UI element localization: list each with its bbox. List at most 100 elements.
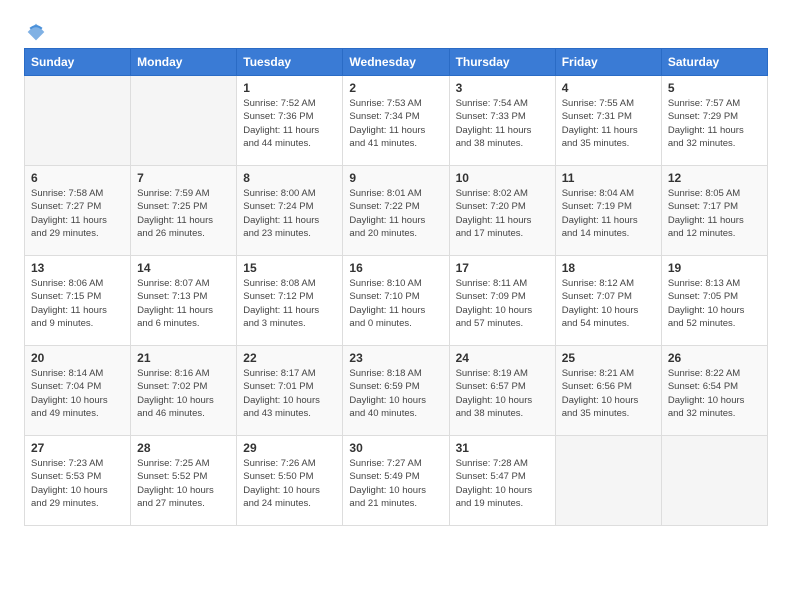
calendar-header-row: SundayMondayTuesdayWednesdayThursdayFrid… [25,49,768,76]
day-cell: 31 Sunrise: 7:28 AM Sunset: 5:47 PM Dayli… [449,436,555,526]
day-info: Sunrise: 7:28 AM Sunset: 5:47 PM Dayligh… [456,457,549,510]
day-number: 2 [349,81,442,95]
day-cell: 28 Sunrise: 7:25 AM Sunset: 5:52 PM Dayli… [131,436,237,526]
day-info: Sunrise: 8:17 AM Sunset: 7:01 PM Dayligh… [243,367,336,420]
day-info: Sunrise: 7:55 AM Sunset: 7:31 PM Dayligh… [562,97,655,150]
day-header-thursday: Thursday [449,49,555,76]
day-header-saturday: Saturday [661,49,767,76]
day-cell: 15 Sunrise: 8:08 AM Sunset: 7:12 PM Dayli… [237,256,343,346]
day-info: Sunrise: 8:13 AM Sunset: 7:05 PM Dayligh… [668,277,761,330]
day-info: Sunrise: 7:59 AM Sunset: 7:25 PM Dayligh… [137,187,230,240]
day-cell: 16Sunrise: 8:10 AM Sunset: 7:10 PM Dayli… [343,256,449,346]
day-cell [131,76,237,166]
day-number: 26 [668,351,761,365]
day-number: 11 [562,171,655,185]
day-info: Sunrise: 8:02 AM Sunset: 7:20 PM Dayligh… [456,187,549,240]
day-number: 9 [349,171,442,185]
day-number: 31 [456,441,549,455]
day-header-tuesday: Tuesday [237,49,343,76]
day-info: Sunrise: 7:58 AM Sunset: 7:27 PM Dayligh… [31,187,124,240]
day-info: Sunrise: 8:05 AM Sunset: 7:17 PM Dayligh… [668,187,761,240]
calendar-table: SundayMondayTuesdayWednesdayThursdayFrid… [24,48,768,526]
day-info: Sunrise: 8:00 AM Sunset: 7:24 PM Dayligh… [243,187,336,240]
day-info: Sunrise: 8:21 AM Sunset: 6:56 PM Dayligh… [562,367,655,420]
day-number: 22 [243,351,336,365]
day-info: Sunrise: 8:14 AM Sunset: 7:04 PM Dayligh… [31,367,124,420]
day-number: 14 [137,261,230,275]
week-row-5: 27 Sunrise: 7:23 AM Sunset: 5:53 PM Dayli… [25,436,768,526]
day-number: 12 [668,171,761,185]
day-info: Sunrise: 7:57 AM Sunset: 7:29 PM Dayligh… [668,97,761,150]
day-info: Sunrise: 8:06 AM Sunset: 7:15 PM Dayligh… [31,277,124,330]
week-row-3: 13Sunrise: 8:06 AM Sunset: 7:15 PM Dayli… [25,256,768,346]
day-cell: 3 Sunrise: 7:54 AM Sunset: 7:33 PM Daylig… [449,76,555,166]
day-number: 10 [456,171,549,185]
day-info: Sunrise: 7:26 AM Sunset: 5:50 PM Dayligh… [243,457,336,510]
day-number: 6 [31,171,124,185]
day-info: Sunrise: 8:07 AM Sunset: 7:13 PM Dayligh… [137,277,230,330]
day-number: 21 [137,351,230,365]
day-number: 5 [668,81,761,95]
day-info: Sunrise: 8:08 AM Sunset: 7:12 PM Dayligh… [243,277,336,330]
day-info: Sunrise: 8:12 AM Sunset: 7:07 PM Dayligh… [562,277,655,330]
day-number: 17 [456,261,549,275]
day-cell [25,76,131,166]
day-cell: 10 Sunrise: 8:02 AM Sunset: 7:20 PM Dayli… [449,166,555,256]
day-info: Sunrise: 7:54 AM Sunset: 7:33 PM Dayligh… [456,97,549,150]
day-number: 27 [31,441,124,455]
week-row-4: 20 Sunrise: 8:14 AM Sunset: 7:04 PM Dayli… [25,346,768,436]
day-number: 24 [456,351,549,365]
day-number: 4 [562,81,655,95]
day-cell: 23Sunrise: 8:18 AM Sunset: 6:59 PM Dayli… [343,346,449,436]
day-info: Sunrise: 8:16 AM Sunset: 7:02 PM Dayligh… [137,367,230,420]
day-number: 8 [243,171,336,185]
day-number: 28 [137,441,230,455]
day-cell: 17Sunrise: 8:11 AM Sunset: 7:09 PM Dayli… [449,256,555,346]
day-cell: 9 Sunrise: 8:01 AM Sunset: 7:22 PM Daylig… [343,166,449,256]
day-cell: 2 Sunrise: 7:53 AM Sunset: 7:34 PM Daylig… [343,76,449,166]
day-info: Sunrise: 8:22 AM Sunset: 6:54 PM Dayligh… [668,367,761,420]
day-info: Sunrise: 8:04 AM Sunset: 7:19 PM Dayligh… [562,187,655,240]
day-cell: 19Sunrise: 8:13 AM Sunset: 7:05 PM Dayli… [661,256,767,346]
day-info: Sunrise: 8:19 AM Sunset: 6:57 PM Dayligh… [456,367,549,420]
day-number: 25 [562,351,655,365]
day-number: 20 [31,351,124,365]
day-cell: 12 Sunrise: 8:05 AM Sunset: 7:17 PM Dayli… [661,166,767,256]
day-info: Sunrise: 8:01 AM Sunset: 7:22 PM Dayligh… [349,187,442,240]
day-cell [555,436,661,526]
day-info: Sunrise: 8:18 AM Sunset: 6:59 PM Dayligh… [349,367,442,420]
day-cell: 26 Sunrise: 8:22 AM Sunset: 6:54 PM Dayli… [661,346,767,436]
week-row-1: 1Sunrise: 7:52 AM Sunset: 7:36 PM Daylig… [25,76,768,166]
day-info: Sunrise: 7:25 AM Sunset: 5:52 PM Dayligh… [137,457,230,510]
day-header-sunday: Sunday [25,49,131,76]
day-cell: 24 Sunrise: 8:19 AM Sunset: 6:57 PM Dayli… [449,346,555,436]
day-cell: 6 Sunrise: 7:58 AM Sunset: 7:27 PM Daylig… [25,166,131,256]
day-cell: 22 Sunrise: 8:17 AM Sunset: 7:01 PM Dayli… [237,346,343,436]
day-number: 29 [243,441,336,455]
day-header-monday: Monday [131,49,237,76]
logo-icon [26,22,46,42]
day-info: Sunrise: 7:23 AM Sunset: 5:53 PM Dayligh… [31,457,124,510]
day-cell: 11 Sunrise: 8:04 AM Sunset: 7:19 PM Dayli… [555,166,661,256]
day-cell: 13Sunrise: 8:06 AM Sunset: 7:15 PM Dayli… [25,256,131,346]
day-cell: 30Sunrise: 7:27 AM Sunset: 5:49 PM Dayli… [343,436,449,526]
day-info: Sunrise: 8:10 AM Sunset: 7:10 PM Dayligh… [349,277,442,330]
day-number: 1 [243,81,336,95]
day-number: 18 [562,261,655,275]
day-number: 3 [456,81,549,95]
day-cell: 20 Sunrise: 8:14 AM Sunset: 7:04 PM Dayli… [25,346,131,436]
day-info: Sunrise: 7:53 AM Sunset: 7:34 PM Dayligh… [349,97,442,150]
day-cell: 25 Sunrise: 8:21 AM Sunset: 6:56 PM Dayli… [555,346,661,436]
day-cell: 7 Sunrise: 7:59 AM Sunset: 7:25 PM Daylig… [131,166,237,256]
day-header-friday: Friday [555,49,661,76]
day-cell [661,436,767,526]
day-number: 30 [349,441,442,455]
day-cell: 29 Sunrise: 7:26 AM Sunset: 5:50 PM Dayli… [237,436,343,526]
day-number: 7 [137,171,230,185]
logo [24,20,46,38]
page-header [24,20,768,38]
day-number: 15 [243,261,336,275]
day-header-wednesday: Wednesday [343,49,449,76]
day-cell: 5 Sunrise: 7:57 AM Sunset: 7:29 PM Daylig… [661,76,767,166]
day-cell: 4 Sunrise: 7:55 AM Sunset: 7:31 PM Daylig… [555,76,661,166]
